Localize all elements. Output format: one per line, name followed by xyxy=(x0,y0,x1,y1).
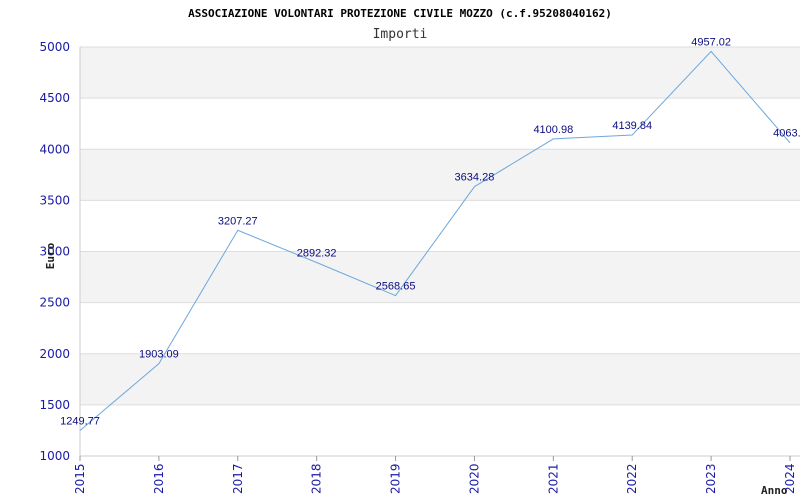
data-label: 4957.02 xyxy=(691,36,731,48)
x-tick-label: 2015 xyxy=(73,463,87,494)
plot-band xyxy=(80,149,800,201)
plot-band xyxy=(80,47,800,99)
x-tick-label: 2021 xyxy=(546,463,560,494)
data-label: 4100.98 xyxy=(533,124,573,136)
y-tick-label: 2000 xyxy=(39,347,70,361)
x-tick-label: 2017 xyxy=(231,463,245,494)
y-tick-label: 1000 xyxy=(39,449,70,463)
plot-band xyxy=(80,302,800,354)
plot-band xyxy=(80,404,800,456)
data-label: 3634.28 xyxy=(455,172,495,184)
x-tick-label: 2016 xyxy=(152,463,166,494)
plot-band xyxy=(80,98,800,150)
data-label: 1249.77 xyxy=(60,415,100,427)
line-chart: 100015002000250030003500400045005000 201… xyxy=(39,7,800,497)
y-tick-label: 1500 xyxy=(39,398,70,412)
plot-band xyxy=(80,200,800,252)
y-tick-label: 4000 xyxy=(39,142,70,156)
y-tick-label: 4500 xyxy=(39,91,70,105)
x-tick-label: 2020 xyxy=(467,463,481,494)
y-tick-label: 2500 xyxy=(39,296,70,310)
data-label: 1903.09 xyxy=(139,349,179,361)
plot-band xyxy=(80,353,800,405)
y-tick-label: 3500 xyxy=(39,193,70,207)
x-tick-label: 2023 xyxy=(704,463,718,494)
data-label: 3207.27 xyxy=(218,215,258,227)
plot-band xyxy=(80,251,800,303)
chart-subtitle: Importi xyxy=(373,27,428,42)
data-label: 2568.65 xyxy=(376,281,416,293)
x-tick-label: 2018 xyxy=(310,463,324,494)
y-axis-label: Euro xyxy=(44,242,57,269)
y-tick-label: 5000 xyxy=(39,40,70,54)
x-axis-ticks: 2015 2016 2017 2018 2019 2020 2021 2022 2023 2024 xyxy=(73,456,797,494)
x-tick-label: 2019 xyxy=(389,463,403,494)
data-label: 4063.6 xyxy=(773,128,800,140)
data-label: 4139.84 xyxy=(612,120,652,132)
x-tick-label: 2022 xyxy=(625,463,639,494)
data-label: 2892.32 xyxy=(297,248,337,260)
x-axis-label: Anno xyxy=(761,484,788,497)
chart-title: ASSOCIAZIONE VOLONTARI PROTEZIONE CIVILE… xyxy=(188,7,612,20)
